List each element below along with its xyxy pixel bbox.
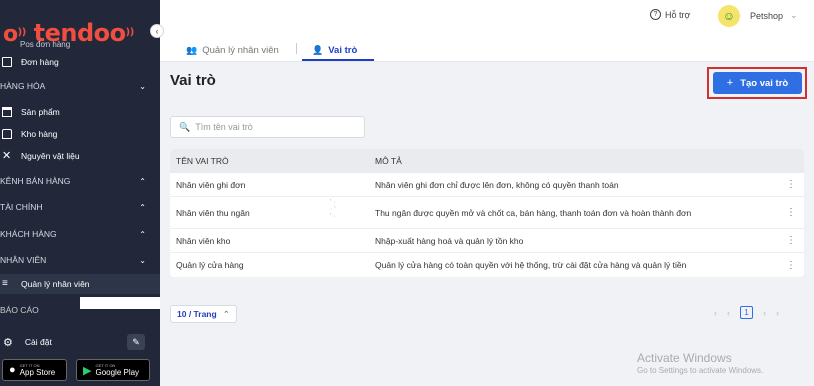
sidebar-item-label: Kho hàng	[21, 129, 58, 139]
sidebar-item-staff-management[interactable]: ≡ Quản lý nhân viên	[0, 274, 160, 294]
sidebar-item-label: Sản phẩm	[21, 107, 60, 117]
role-description: Nhân viên ghi đơn chỉ được lên đơn, khôn…	[375, 179, 619, 190]
table-row[interactable]: Nhân viên kho Nhập-xuất hàng hoá và quản…	[170, 229, 804, 253]
sidebar-section-staff[interactable]: NHÂN VIÊN ⌄	[0, 250, 160, 270]
sidebar-item-materials[interactable]: ✕ Nguyên vật liệu	[0, 146, 160, 166]
more-options-icon[interactable]: ⋮	[786, 235, 796, 246]
roles-table: TÊN VAI TRÒ MÔ TẢ Nhân viên ghi đơn Nhân…	[170, 149, 804, 277]
sidebar-section-products[interactable]: HÀNG HÓA ⌄	[0, 76, 160, 96]
column-header-name: TÊN VAI TRÒ	[176, 156, 229, 166]
plus-icon: +	[726, 77, 734, 89]
top-bar: ? Hỗ trợ ☺ Petshop ⌄ 👥 Quản lý nhân viên…	[160, 0, 814, 62]
sidebar-section-finance[interactable]: TÀI CHÍNH ⌃	[0, 197, 160, 217]
create-role-button[interactable]: + Tạo vai trò	[713, 72, 802, 94]
table-row[interactable]: Quản lý cửa hàng Quản lý cửa hàng có toà…	[170, 253, 804, 277]
sidebar-item-label: Cài đặt	[24, 337, 52, 347]
column-header-description: MÔ TẢ	[375, 156, 402, 166]
more-options-icon[interactable]: ⋮	[786, 207, 796, 218]
sidebar-section-label: NHÂN VIÊN	[0, 255, 47, 265]
sidebar: o)) tendoo)) Pos đơn hàng Đơn hàng HÀNG …	[0, 0, 160, 386]
role-description: Nhập-xuất hàng hoá và quản lý tồn kho	[375, 235, 524, 246]
role-name: Nhân viên kho	[176, 235, 231, 246]
tab-staff-management[interactable]: 👥 Quản lý nhân viên	[186, 40, 279, 60]
apple-icon: ●	[9, 364, 16, 376]
chevron-down-icon[interactable]: ⌄	[790, 10, 798, 21]
user-list-icon: ≡	[2, 278, 8, 289]
chevron-down-icon: ⌄	[139, 255, 146, 265]
sidebar-item-warehouse[interactable]: Kho hàng	[0, 124, 160, 144]
first-page-icon[interactable]: ‹	[714, 308, 717, 318]
page-number[interactable]: 1	[740, 306, 753, 319]
chevron-up-icon: ⌃	[139, 229, 146, 239]
product-icon	[2, 107, 12, 117]
sidebar-item-label: Đơn hàng	[21, 57, 59, 67]
active-tab-indicator	[302, 59, 374, 61]
chevron-down-icon: ⌄	[139, 81, 146, 91]
sidebar-item-label: Nguyên vật liệu	[21, 151, 80, 161]
pagination: ‹ ‹ 1 › ›	[714, 306, 779, 319]
collapse-sidebar-button[interactable]: ‹	[150, 24, 164, 38]
sidebar-item-pos[interactable]: Pos đơn hàng	[20, 40, 70, 49]
chevron-up-icon: ⌃	[139, 176, 146, 186]
question-icon: ?	[650, 9, 661, 20]
role-description: Quản lý cửa hàng có toàn quyền với hệ th…	[375, 260, 687, 270]
app-store-button[interactable]: ● GET IT ON App Store	[2, 359, 67, 381]
role-name: Nhân viên ghi đơn	[176, 179, 246, 190]
sidebar-item-label: Quản lý nhân viên	[21, 279, 90, 289]
sidebar-section-label: HÀNG HÓA	[0, 81, 46, 91]
search-input[interactable]: 🔍 Tìm tên vai trò	[170, 116, 365, 138]
sidebar-item-orders[interactable]: Đơn hàng	[0, 52, 160, 72]
avatar[interactable]: ☺	[718, 5, 740, 27]
sidebar-section-label: TÀI CHÍNH	[0, 202, 43, 212]
tools-icon: ✕	[2, 150, 12, 162]
more-options-icon[interactable]: ⋮	[786, 260, 796, 271]
tooltip-overlay	[80, 297, 170, 309]
chevron-up-icon: ⌃	[222, 308, 230, 319]
document-icon	[2, 57, 12, 67]
table-row[interactable]: Nhân viên ghi đơn Nhân viên ghi đơn chỉ …	[170, 173, 804, 197]
more-options-icon[interactable]: ⋮	[786, 179, 796, 190]
shop-name[interactable]: Petshop	[750, 11, 783, 21]
table-row[interactable]: Nhân viên thu ngân ' · · ' ' · Thu ngân đư…	[170, 197, 804, 229]
page-title: Vai trò	[170, 72, 216, 89]
chevron-up-icon: ⌃	[139, 202, 146, 212]
warehouse-icon	[2, 129, 12, 139]
users-icon: 👥	[186, 44, 198, 55]
next-page-icon[interactable]: ›	[763, 308, 766, 318]
google-play-button[interactable]: ▶ GET IT ON Google Play	[76, 359, 150, 381]
tab-roles[interactable]: 👤 Vai trò	[312, 40, 357, 60]
page-size-select[interactable]: 10 / Trang ⌃	[170, 305, 237, 323]
role-description: Thu ngân được quyền mở và chốt ca, bán h…	[375, 207, 692, 218]
prev-page-icon[interactable]: ‹	[727, 308, 730, 318]
edit-icon[interactable]: ✎	[127, 334, 145, 350]
sidebar-section-customers[interactable]: KHÁCH HÀNG ⌃	[0, 224, 160, 244]
help-link[interactable]: ? Hỗ trợ	[650, 9, 690, 20]
role-name: Nhân viên thu ngân	[176, 207, 250, 218]
sidebar-section-label: KHÁCH HÀNG	[0, 229, 57, 239]
sidebar-item-products[interactable]: Sản phẩm	[0, 102, 160, 122]
gear-icon: ⚙	[3, 336, 13, 349]
cursor-artifact: ' · · ' ' ·	[330, 199, 336, 220]
windows-activation-watermark: Activate Windows Go to Settings to activ…	[637, 351, 764, 375]
sidebar-section-label: KÊNH BÁN HÀNG	[0, 176, 71, 186]
last-page-icon[interactable]: ›	[776, 308, 779, 318]
play-icon: ▶	[83, 364, 92, 377]
table-header: TÊN VAI TRÒ MÔ TẢ	[170, 149, 804, 173]
main-content: ? Hỗ trợ ☺ Petshop ⌄ 👥 Quản lý nhân viên…	[160, 0, 814, 386]
sidebar-section-sales-channels[interactable]: KÊNH BÁN HÀNG ⌃	[0, 171, 160, 191]
user-check-icon: 👤	[312, 44, 324, 55]
tab-divider	[296, 43, 297, 54]
search-icon: 🔍	[179, 121, 191, 132]
role-name: Quản lý cửa hàng	[176, 260, 244, 270]
